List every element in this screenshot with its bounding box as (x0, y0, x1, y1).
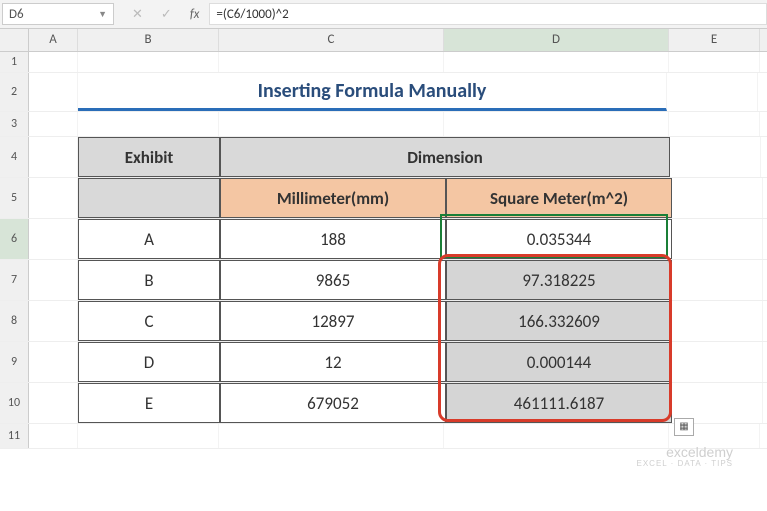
table-cell-exhibit[interactable]: A (78, 219, 220, 259)
name-box-value: D6 (9, 7, 24, 22)
cell[interactable] (219, 424, 444, 448)
header-exhibit[interactable]: Exhibit (78, 137, 220, 177)
cell[interactable] (29, 301, 78, 341)
confirm-icon[interactable]: ✓ (161, 7, 172, 22)
table-cell-mm[interactable]: 12897 (220, 301, 446, 341)
table-cell-sq[interactable]: 97.318225 (446, 260, 672, 300)
cell[interactable] (672, 178, 763, 218)
cell[interactable] (669, 52, 760, 72)
select-all-corner[interactable] (0, 29, 29, 51)
cell[interactable] (29, 219, 78, 259)
cell[interactable] (29, 137, 78, 177)
chevron-down-icon[interactable]: ▼ (98, 9, 107, 20)
cell[interactable] (667, 73, 758, 111)
row-header[interactable]: 2 (0, 73, 29, 111)
cell[interactable] (444, 52, 669, 72)
table-cell-exhibit[interactable]: D (78, 342, 220, 382)
cell[interactable] (78, 112, 219, 136)
table-cell-sq[interactable]: 461111.6187 (446, 383, 672, 423)
row-header[interactable]: 3 (0, 112, 29, 136)
formula-text: =(C6/1000)^2 (216, 7, 288, 22)
table-cell-exhibit[interactable]: B (78, 260, 220, 300)
table-cell-exhibit[interactable]: C (78, 301, 220, 341)
cell[interactable] (672, 383, 763, 423)
cell[interactable] (672, 219, 763, 259)
header-exhibit-blank[interactable] (78, 178, 220, 218)
row-header[interactable]: 9 (0, 342, 29, 382)
watermark-sub: EXCEL · DATA · TIPS (637, 460, 734, 469)
cell[interactable] (78, 52, 219, 72)
row-header[interactable]: 1 (0, 52, 29, 72)
cell[interactable] (444, 424, 669, 448)
col-header-b[interactable]: B (78, 29, 219, 51)
cell[interactable] (29, 260, 78, 300)
cell[interactable] (670, 137, 761, 177)
row-header[interactable]: 4 (0, 137, 29, 177)
table-cell-mm[interactable]: 12 (220, 342, 446, 382)
cell[interactable] (672, 342, 763, 382)
cell[interactable] (672, 301, 763, 341)
formula-bar: D6 ▼ ✕ ✓ fx =(C6/1000)^2 (0, 0, 767, 29)
cell[interactable] (669, 112, 760, 136)
cell[interactable] (78, 424, 219, 448)
formula-bar-icons: ✕ ✓ (114, 7, 190, 22)
table-cell-sq[interactable]: 0.035344 (446, 219, 672, 259)
cell[interactable] (29, 342, 78, 382)
formula-input[interactable]: =(C6/1000)^2 (209, 3, 767, 25)
row-header[interactable]: 10 (0, 383, 29, 423)
table-cell-mm[interactable]: 188 (220, 219, 446, 259)
col-header-c[interactable]: C (219, 29, 444, 51)
row-header[interactable]: 5 (0, 178, 29, 218)
table-cell-mm[interactable]: 9865 (220, 260, 446, 300)
cell[interactable] (672, 260, 763, 300)
table-cell-mm[interactable]: 679052 (220, 383, 446, 423)
spreadsheet-grid: A B C D E 1 2 Inserting Formula Manually… (0, 29, 767, 449)
fx-icon[interactable]: fx (190, 7, 210, 22)
row-header[interactable]: 11 (0, 424, 29, 448)
col-header-a[interactable]: A (29, 29, 78, 51)
cancel-icon[interactable]: ✕ (132, 7, 143, 22)
table-cell-exhibit[interactable]: E (78, 383, 220, 423)
row-header[interactable]: 8 (0, 301, 29, 341)
cell[interactable] (29, 52, 78, 72)
cell[interactable] (444, 112, 669, 136)
table-cell-sq[interactable]: 166.332609 (446, 301, 672, 341)
column-headers: A B C D E (0, 29, 767, 52)
header-square-meter[interactable]: Square Meter(m^2) (446, 178, 672, 218)
cell[interactable] (29, 424, 78, 448)
row-header[interactable]: 6 (0, 219, 29, 259)
table-cell-sq[interactable]: 0.000144 (446, 342, 672, 382)
grid-rows: 1 2 Inserting Formula Manually 3 4 (0, 52, 767, 449)
cell[interactable] (29, 73, 78, 111)
cell[interactable] (219, 112, 444, 136)
row-header[interactable]: 7 (0, 260, 29, 300)
col-header-d[interactable]: D (444, 29, 669, 51)
col-header-e[interactable]: E (669, 29, 760, 51)
autofill-options-icon[interactable]: ▦ (674, 418, 694, 436)
name-box[interactable]: D6 ▼ (2, 3, 114, 25)
cell[interactable] (219, 52, 444, 72)
cell[interactable] (29, 112, 78, 136)
page-title[interactable]: Inserting Formula Manually (78, 73, 667, 111)
cell[interactable] (29, 383, 78, 423)
header-millimeter[interactable]: Millimeter(mm) (220, 178, 446, 218)
cell[interactable] (29, 178, 78, 218)
header-dimension[interactable]: Dimension (220, 137, 670, 177)
